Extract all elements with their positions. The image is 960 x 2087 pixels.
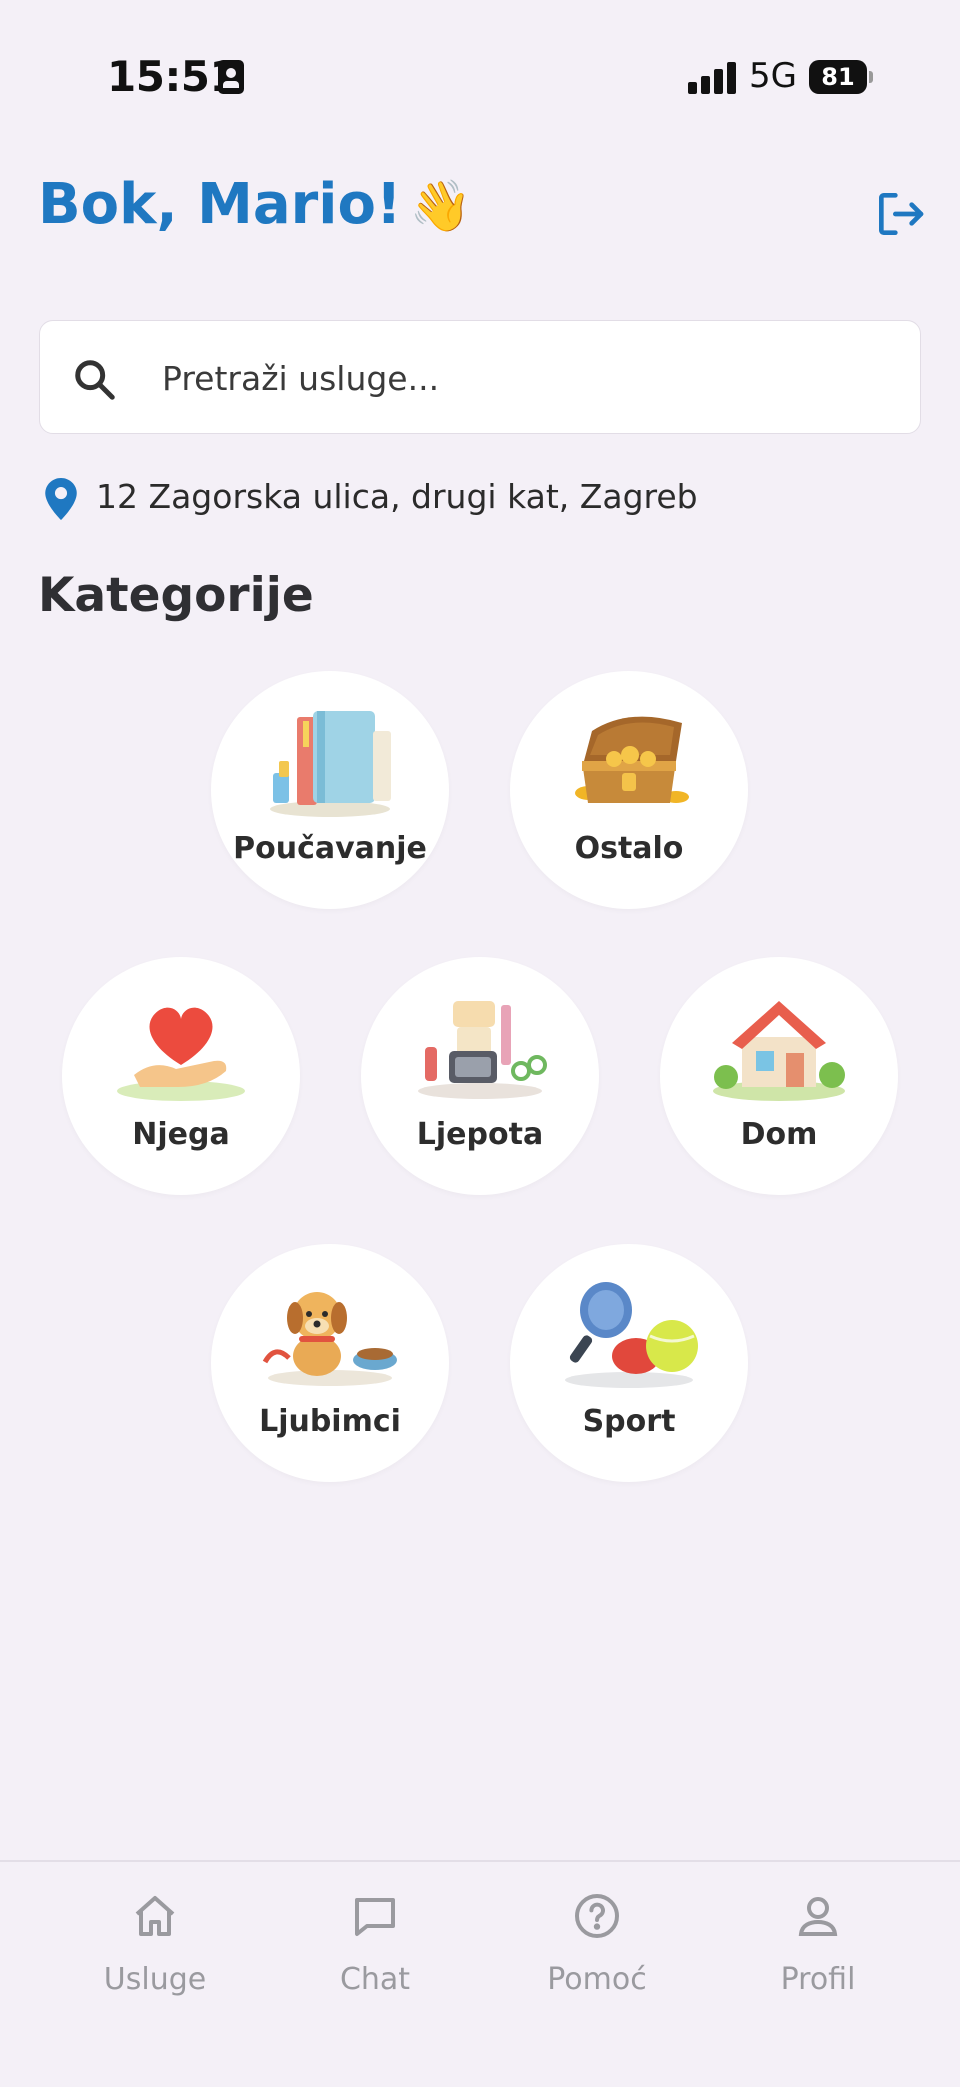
sports-icon (565, 1282, 698, 1388)
category-label: Poučavanje (233, 831, 427, 866)
nav-item-usluge[interactable]: Usluge (75, 1862, 235, 2012)
battery-level: 81 (821, 63, 855, 91)
house-icon (713, 1001, 845, 1101)
network-type: 5G (749, 56, 797, 96)
delivery-address[interactable]: 12 Zagorska ulica, drugi kat, Zagreb (96, 477, 698, 516)
waving-hand-icon: 👋 (409, 177, 472, 235)
category-poucavanje[interactable]: Poučavanje (211, 671, 449, 909)
category-ljubimci[interactable]: Ljubimci (211, 1244, 449, 1482)
heart-hand-icon (117, 1007, 245, 1101)
dog-icon (262, 1292, 397, 1386)
category-dom[interactable]: Dom (660, 957, 898, 1195)
beauty-kit-icon (418, 1001, 547, 1099)
category-ostalo[interactable]: Ostalo (510, 671, 748, 909)
books-icon (270, 711, 391, 817)
nav-item-profil[interactable]: Profil (738, 1862, 898, 2012)
profile-icon (798, 1897, 838, 1936)
bottom-navigation: Usluge Chat Pomoć Profil (0, 1860, 960, 2087)
cellular-signal-icon (688, 62, 736, 94)
help-icon (575, 1894, 619, 1938)
category-label: Dom (740, 1117, 818, 1152)
nav-item-pomoc[interactable]: Pomoć (517, 1862, 677, 2012)
home-icon (135, 1896, 175, 1936)
app-screen: 15:51 5G 81 Bok, Mario!👋 12 Zagorska (0, 0, 960, 2087)
category-label: Ljubimci (259, 1404, 401, 1439)
category-label: Ljepota (416, 1117, 544, 1152)
category-ljepota[interactable]: Ljepota (361, 957, 599, 1195)
category-label: Njega (132, 1117, 230, 1152)
contact-card-icon (218, 60, 244, 94)
greeting-text: Bok, Mario! (38, 172, 402, 237)
battery-icon: 81 (809, 60, 873, 94)
category-sport[interactable]: Sport (510, 1244, 748, 1482)
chat-icon (355, 1898, 395, 1936)
search-icon (75, 360, 115, 400)
nav-label: Profil (780, 1962, 856, 1997)
nav-item-chat[interactable]: Chat (295, 1862, 455, 2012)
greeting-title: Bok, Mario! 👋 (38, 172, 472, 237)
status-bar: 15:51 5G 81 (0, 0, 960, 150)
treasure-chest-icon (575, 716, 689, 803)
nav-label: Chat (339, 1962, 411, 1997)
category-label: Ostalo (574, 831, 684, 866)
search-input[interactable] (162, 350, 882, 406)
logout-icon[interactable] (872, 186, 928, 242)
category-njega[interactable]: Njega (62, 957, 300, 1195)
nav-label: Usluge (103, 1962, 207, 1997)
categories-heading: Kategorije (38, 568, 314, 623)
location-pin-icon (45, 478, 77, 520)
nav-label: Pomoć (547, 1962, 647, 1997)
category-label: Sport (582, 1404, 676, 1439)
